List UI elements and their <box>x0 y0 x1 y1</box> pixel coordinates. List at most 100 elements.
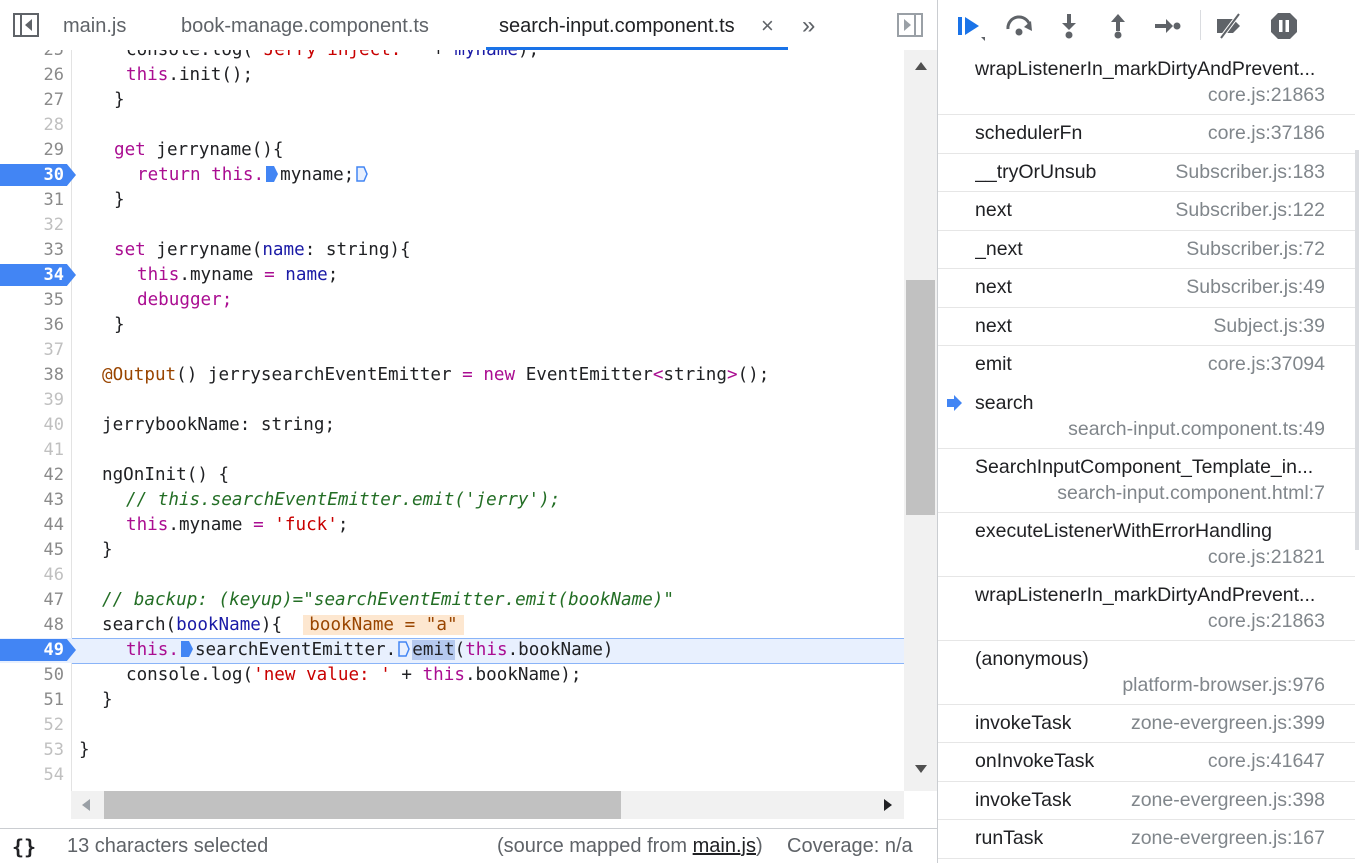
call-frame[interactable]: wrapListenerIn_markDirtyAndPrevent... cor… <box>938 50 1355 115</box>
scroll-up-arrow-icon[interactable] <box>913 60 929 72</box>
scroll-down-arrow-icon[interactable] <box>913 763 929 775</box>
selected-text: emit <box>412 640 455 660</box>
line-number[interactable]: 35 <box>0 288 64 313</box>
line-number[interactable]: 40 <box>0 413 64 438</box>
line-number[interactable]: 27 <box>0 88 64 113</box>
line-number[interactable]: 46 <box>0 563 64 588</box>
call-frame[interactable]: schedulerFn core.js:37186 <box>938 114 1355 154</box>
line-number[interactable]: 44 <box>0 513 64 538</box>
call-frame-name: emit <box>975 353 1012 375</box>
toolbar-divider <box>1200 10 1201 40</box>
tab-search-input-component[interactable]: search-input.component.ts <box>499 0 735 50</box>
line-number[interactable]: 52 <box>0 713 64 738</box>
step-into-icon[interactable] <box>1054 11 1084 41</box>
line-number[interactable]: 41 <box>0 438 64 463</box>
step-icon[interactable] <box>1152 11 1182 41</box>
line-number[interactable]: 37 <box>0 338 64 363</box>
code-editor[interactable]: 25 console.log('Jerry inject: ' + myname… <box>0 50 904 791</box>
call-frame[interactable]: next Subscriber.js:122 <box>938 191 1355 231</box>
line-number[interactable]: 45 <box>0 538 64 563</box>
line-number[interactable]: 31 <box>0 188 64 213</box>
call-frame[interactable]: invokeTask zone-evergreen.js:399 <box>938 704 1355 743</box>
line-number[interactable]: 54 <box>0 763 64 788</box>
call-frame[interactable]: onInvokeTask core.js:41647 <box>938 742 1355 782</box>
call-frame-location: search-input.component.html:7 <box>1057 481 1325 504</box>
line-number[interactable]: 39 <box>0 388 64 413</box>
call-frame-location: search-input.component.ts:49 <box>1068 417 1325 440</box>
inline-value-tooltip: bookName = "a" <box>303 615 464 635</box>
vertical-scrollbar-thumb[interactable] <box>906 280 935 515</box>
call-frame[interactable]: wrapListenerIn_markDirtyAndPrevent... cor… <box>938 576 1355 641</box>
pretty-print-button[interactable]: {} <box>12 835 36 859</box>
call-frame[interactable]: search search-input.component.ts:49 <box>938 383 1355 449</box>
call-frame-location: Subscriber.js:183 <box>1175 160 1325 183</box>
call-frame[interactable]: _next Subscriber.js:72 <box>938 230 1355 269</box>
code-line: 47 // backup: (keyup)="searchEventEmitte… <box>0 588 904 613</box>
call-frame-location: zone-evergreen.js:398 <box>1130 788 1325 811</box>
step-out-icon[interactable] <box>1103 11 1133 41</box>
call-frame-name: next <box>975 276 1012 298</box>
deactivate-breakpoints-icon[interactable] <box>1215 11 1245 41</box>
line-number[interactable]: 48 <box>0 613 64 638</box>
line-number[interactable]: 25 <box>0 50 64 63</box>
code-text: debugger; <box>137 290 233 310</box>
line-number[interactable]: 32 <box>0 213 64 238</box>
line-number[interactable]: 47 <box>0 588 64 613</box>
breakpoint-marker[interactable]: 30 <box>0 164 76 186</box>
code-line: 28 <box>0 113 904 138</box>
line-number[interactable]: 29 <box>0 138 64 163</box>
line-number[interactable]: 38 <box>0 363 64 388</box>
call-frame[interactable]: invokeTask zone-evergreen.js:398 <box>938 781 1355 820</box>
line-number[interactable]: 51 <box>0 688 64 713</box>
code-line: 25 console.log('Jerry inject: ' + myname… <box>0 50 904 63</box>
code-text: } <box>102 540 113 560</box>
code-line: 41 <box>0 438 904 463</box>
call-frame[interactable]: emit core.js:37094 <box>938 345 1355 385</box>
tab-book-manage-component[interactable]: book-manage.component.ts <box>181 0 429 50</box>
call-frame[interactable]: __tryOrUnsub Subscriber.js:183 <box>938 153 1355 192</box>
tab-main-js[interactable]: main.js <box>63 0 126 50</box>
step-over-icon[interactable] <box>1004 11 1034 41</box>
call-frame-name: (anonymous) <box>975 647 1089 670</box>
breakpoint-marker[interactable]: 34 <box>0 264 76 286</box>
call-frame-location: zone-evergreen.js:167 <box>1130 827 1325 849</box>
line-number[interactable]: 36 <box>0 313 64 338</box>
call-stack-scrollbar[interactable] <box>1355 150 1359 550</box>
call-frame-name: wrapListenerIn_markDirtyAndPrevent... <box>975 58 1316 80</box>
scroll-left-arrow-icon[interactable] <box>80 797 92 813</box>
line-number[interactable]: 43 <box>0 488 64 513</box>
line-number[interactable]: 26 <box>0 63 64 88</box>
call-frame-name: next <box>975 314 1012 337</box>
call-frame[interactable]: executeListenerWithErrorHandling core.js:… <box>938 512 1355 577</box>
inline-breakpoint-icon[interactable] <box>398 641 411 657</box>
horizontal-scrollbar-thumb[interactable] <box>104 791 621 819</box>
pause-on-exceptions-icon[interactable] <box>1269 11 1299 41</box>
call-frame[interactable]: next Subject.js:39 <box>938 307 1355 346</box>
scroll-right-arrow-icon[interactable] <box>882 797 894 813</box>
line-number[interactable]: 28 <box>0 113 64 138</box>
tab-close-icon[interactable]: × <box>761 13 774 39</box>
toggle-debugger-icon[interactable] <box>897 12 923 38</box>
tab-overflow-button[interactable]: » <box>802 0 815 50</box>
inline-breakpoint-icon[interactable] <box>180 641 193 657</box>
line-number[interactable]: 42 <box>0 463 64 488</box>
line-number[interactable]: 53 <box>0 738 64 763</box>
toggle-navigator-icon[interactable] <box>13 12 39 38</box>
line-number[interactable]: 50 <box>0 663 64 688</box>
resume-icon[interactable] <box>955 11 985 41</box>
call-frame[interactable]: next Subscriber.js:49 <box>938 268 1355 308</box>
call-frame-location: core.js:41647 <box>1207 750 1325 772</box>
call-frame[interactable]: (anonymous) platform-browser.js:976 <box>938 640 1355 705</box>
call-frame-location: Subscriber.js:122 <box>1175 199 1325 221</box>
source-map-link[interactable]: main.js <box>693 835 756 857</box>
breakpoint-marker[interactable]: 49 <box>0 639 76 661</box>
inline-breakpoint-icon[interactable] <box>266 166 279 182</box>
code-line: 32 <box>0 213 904 238</box>
call-frame[interactable]: SearchInputComponent_Template_in... searc… <box>938 448 1355 513</box>
line-number[interactable]: 33 <box>0 238 64 263</box>
call-frame-location: core.js:21863 <box>1207 609 1325 632</box>
call-frame-location: Subscriber.js:72 <box>1186 237 1325 260</box>
call-frame[interactable]: runTask zone-evergreen.js:167 <box>938 819 1355 859</box>
inline-breakpoint-icon[interactable] <box>356 166 369 182</box>
code-text: this. searchEventEmitter. emit(this.bookNa… <box>126 640 614 660</box>
